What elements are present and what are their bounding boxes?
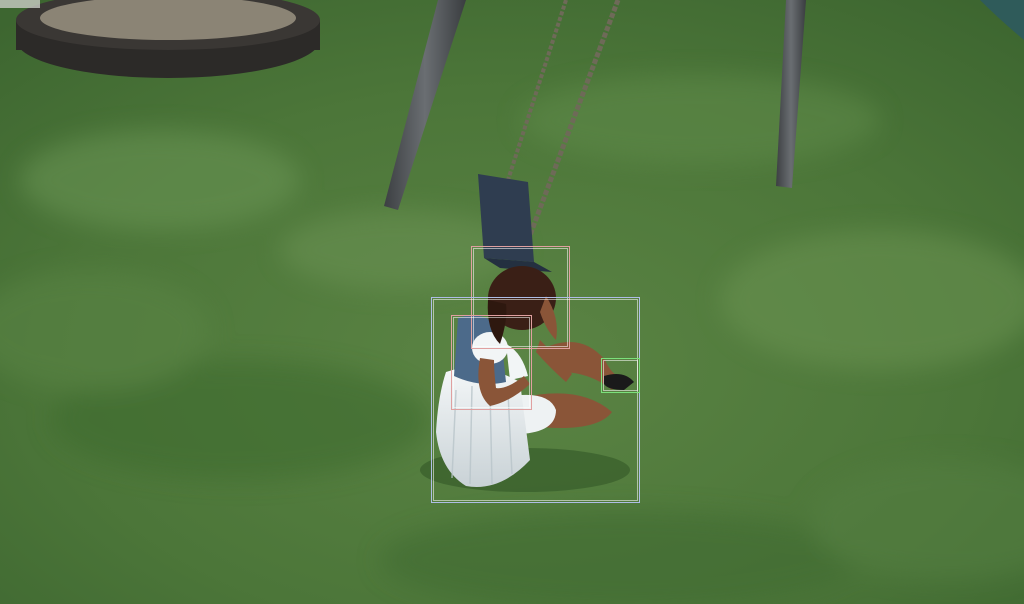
virtual-world-scene	[0, 0, 1024, 604]
swing-seat	[478, 174, 534, 262]
scene-illustration	[0, 0, 1024, 604]
